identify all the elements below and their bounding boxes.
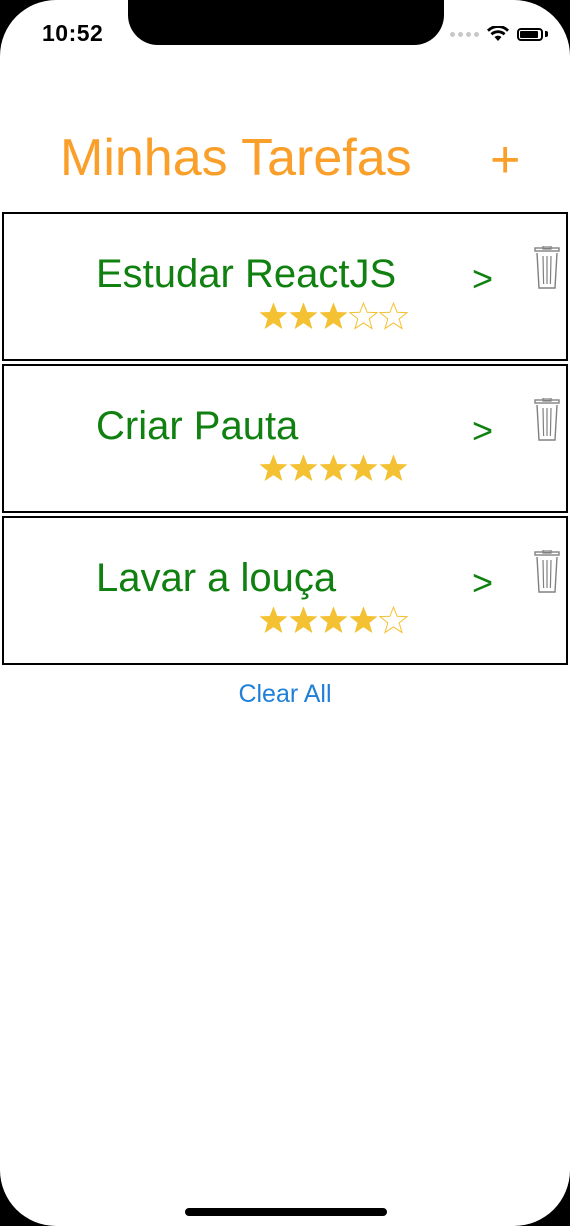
battery-tip xyxy=(545,31,548,37)
open-task-chevron[interactable]: > xyxy=(472,258,493,300)
home-indicator xyxy=(185,1208,387,1216)
star-filled-icon[interactable] xyxy=(289,454,318,482)
star-filled-icon[interactable] xyxy=(349,606,378,634)
page-title: Minhas Tarefas xyxy=(60,129,412,187)
star-filled-icon[interactable] xyxy=(319,606,348,634)
star-rating xyxy=(259,606,408,634)
task-title: Criar Pauta xyxy=(96,404,299,448)
status-icons xyxy=(450,26,548,42)
task-row[interactable]: Criar Pauta > xyxy=(2,364,568,513)
phone-screen: 10:52 Minhas Tarefas + Estudar ReactJS > xyxy=(0,0,570,1226)
wifi-icon xyxy=(487,26,509,41)
task-row[interactable]: Lavar a louça > xyxy=(2,516,568,665)
star-filled-icon[interactable] xyxy=(289,302,318,330)
star-filled-icon[interactable] xyxy=(379,454,408,482)
star-filled-icon[interactable] xyxy=(259,302,288,330)
star-filled-icon[interactable] xyxy=(319,454,348,482)
star-empty-icon[interactable] xyxy=(379,302,408,330)
star-filled-icon[interactable] xyxy=(319,302,348,330)
star-rating xyxy=(259,302,408,330)
trash-icon[interactable] xyxy=(532,550,562,594)
open-task-chevron[interactable]: > xyxy=(472,410,493,452)
trash-icon[interactable] xyxy=(532,398,562,442)
open-task-chevron[interactable]: > xyxy=(472,562,493,604)
add-task-button[interactable]: + xyxy=(490,130,520,190)
status-time: 10:52 xyxy=(42,20,104,46)
star-filled-icon[interactable] xyxy=(349,454,378,482)
cellular-signal-icon xyxy=(450,31,479,37)
battery-icon xyxy=(517,27,543,41)
task-list: Estudar ReactJS > Criar Pauta > Lavar a … xyxy=(2,212,568,668)
star-filled-icon[interactable] xyxy=(259,606,288,634)
star-filled-icon[interactable] xyxy=(289,606,318,634)
trash-icon[interactable] xyxy=(532,246,562,290)
star-filled-icon[interactable] xyxy=(259,454,288,482)
star-empty-icon[interactable] xyxy=(379,606,408,634)
task-title: Lavar a louça xyxy=(96,556,337,600)
star-empty-icon[interactable] xyxy=(349,302,378,330)
star-rating xyxy=(259,454,408,482)
clear-all-button[interactable]: Clear All xyxy=(0,680,570,709)
task-title: Estudar ReactJS xyxy=(96,252,397,296)
device-notch xyxy=(128,0,444,45)
task-row[interactable]: Estudar ReactJS > xyxy=(2,212,568,361)
